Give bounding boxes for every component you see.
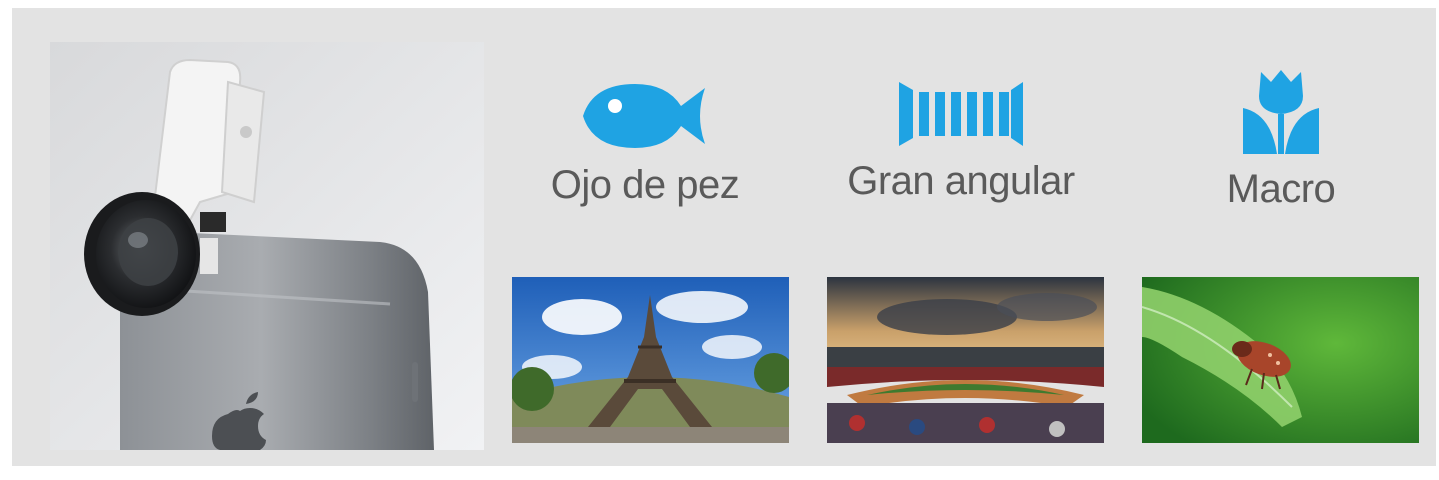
- feature-macro: Macro: [1131, 70, 1431, 212]
- macro-label: Macro: [1226, 167, 1336, 211]
- stadium-wide-angle-photo: [827, 277, 1104, 443]
- fish-icon: [495, 82, 795, 155]
- eiffel-tower-fisheye-photo: [512, 277, 789, 443]
- tulip-icon: [1131, 70, 1431, 159]
- feature-fisheye: Ojo de pez: [495, 82, 795, 208]
- feature-wide-angle: Gran angular: [811, 82, 1111, 204]
- phone-with-clip-lens: [50, 42, 484, 450]
- product-image: [50, 42, 484, 450]
- beetle-macro-photo: [1142, 277, 1419, 443]
- wide-angle-icon: [811, 82, 1111, 151]
- fisheye-label: Ojo de pez: [550, 163, 740, 207]
- wide-angle-label: Gran angular: [847, 159, 1075, 203]
